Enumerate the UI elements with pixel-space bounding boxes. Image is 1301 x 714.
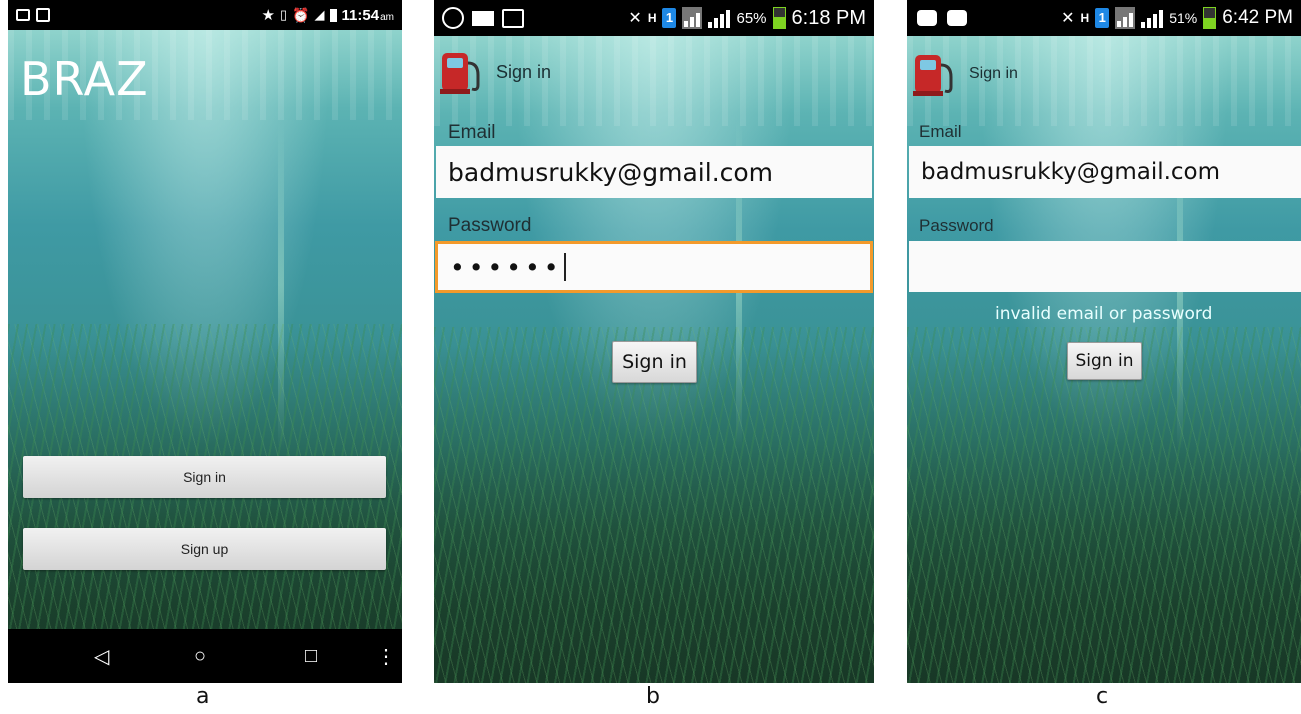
- sign-in-button[interactable]: Sign in: [1067, 342, 1142, 380]
- status-time: 6:18 PM: [791, 6, 866, 29]
- status-bar: ★ ▯ ⏰ ◢ 11:54am: [8, 0, 402, 30]
- status-time: 11:54am: [341, 6, 394, 24]
- action-bar-title: Sign in: [496, 61, 552, 82]
- sim-icon: 1: [1095, 8, 1110, 28]
- signal-icon: [1115, 7, 1136, 29]
- fuel-pump-icon: [913, 55, 953, 96]
- alarm-icon: ⏰: [292, 6, 310, 23]
- signal-icon: [682, 7, 703, 29]
- action-bar: Sign in: [434, 44, 874, 100]
- caption-b: b: [646, 684, 660, 709]
- app-brand-title: BRAZ: [20, 52, 149, 106]
- home-icon[interactable]: ○: [194, 645, 206, 668]
- email-field[interactable]: badmusrukky@gmail.com: [909, 146, 1301, 198]
- battery-icon: [329, 8, 337, 22]
- bbm-icon: [947, 10, 967, 26]
- hplus-icon: H: [647, 11, 657, 25]
- screenshot-icon: [36, 8, 50, 22]
- status-bar: ✕ H 1 65% 6:18 PM: [434, 0, 874, 36]
- signal-icon: ◢: [314, 7, 325, 22]
- fuel-pump-icon: [440, 53, 480, 94]
- hplus-icon: H: [1080, 11, 1090, 25]
- overflow-icon[interactable]: ⋮: [376, 644, 396, 669]
- error-message: invalid email or password: [995, 304, 1213, 324]
- email-value: badmusrukky@gmail.com: [921, 159, 1221, 185]
- password-field[interactable]: [909, 241, 1301, 292]
- sim-icon: 1: [662, 8, 677, 28]
- signal-icon: [708, 8, 731, 28]
- gallery-icon: [16, 9, 30, 21]
- password-label: Password: [448, 215, 532, 236]
- password-label: Password: [919, 216, 994, 235]
- navigation-bar: ◁ ○ □ ⋮: [8, 629, 402, 683]
- caption-c: c: [1096, 684, 1109, 709]
- phone-screen-a: ★ ▯ ⏰ ◢ 11:54am BRAZ Sign in Sign up ◁ ○…: [8, 0, 402, 683]
- light-ray: [278, 120, 284, 450]
- email-value: badmusrukky@gmail.com: [448, 157, 774, 187]
- status-time: 6:42 PM: [1222, 7, 1293, 28]
- battery-percent: 51%: [1169, 10, 1198, 26]
- bbm-icon: [917, 10, 937, 26]
- mute-icon: ✕: [1061, 10, 1075, 27]
- phone-screen-c: ✕ H 1 51% 6:42 PM Sign in Email badmusru…: [907, 0, 1301, 683]
- star-icon: ★: [261, 7, 275, 24]
- battery-icon: [772, 7, 786, 29]
- battery-percent: 65%: [736, 9, 767, 27]
- text-caret: [564, 253, 567, 281]
- action-bar-title: Sign in: [969, 65, 1018, 82]
- back-icon[interactable]: ◁: [94, 644, 109, 669]
- whatsapp-icon: [442, 7, 464, 29]
- password-field[interactable]: ••••••: [435, 241, 873, 293]
- mail-icon: [472, 10, 494, 26]
- signal-icon: [1141, 8, 1164, 28]
- caption-a: a: [196, 684, 210, 709]
- email-label: Email: [919, 122, 962, 141]
- sign-up-button[interactable]: Sign up: [23, 528, 386, 570]
- vibrate-icon: ▯: [279, 7, 288, 22]
- email-field[interactable]: badmusrukky@gmail.com: [436, 146, 872, 198]
- sign-in-button[interactable]: Sign in: [23, 456, 386, 498]
- underwater-background: [8, 30, 402, 683]
- phone-screen-b: ✕ H 1 65% 6:18 PM Sign in Email badmusru…: [434, 0, 874, 683]
- image-icon: [502, 8, 524, 28]
- email-label: Email: [448, 122, 496, 143]
- status-bar: ✕ H 1 51% 6:42 PM: [907, 0, 1301, 36]
- password-value: ••••••: [450, 252, 563, 282]
- action-bar: Sign in: [907, 46, 1301, 102]
- battery-icon: [1203, 7, 1217, 29]
- recents-icon[interactable]: □: [305, 645, 317, 668]
- sign-in-button[interactable]: Sign in: [612, 341, 697, 383]
- mute-icon: ✕: [628, 10, 642, 27]
